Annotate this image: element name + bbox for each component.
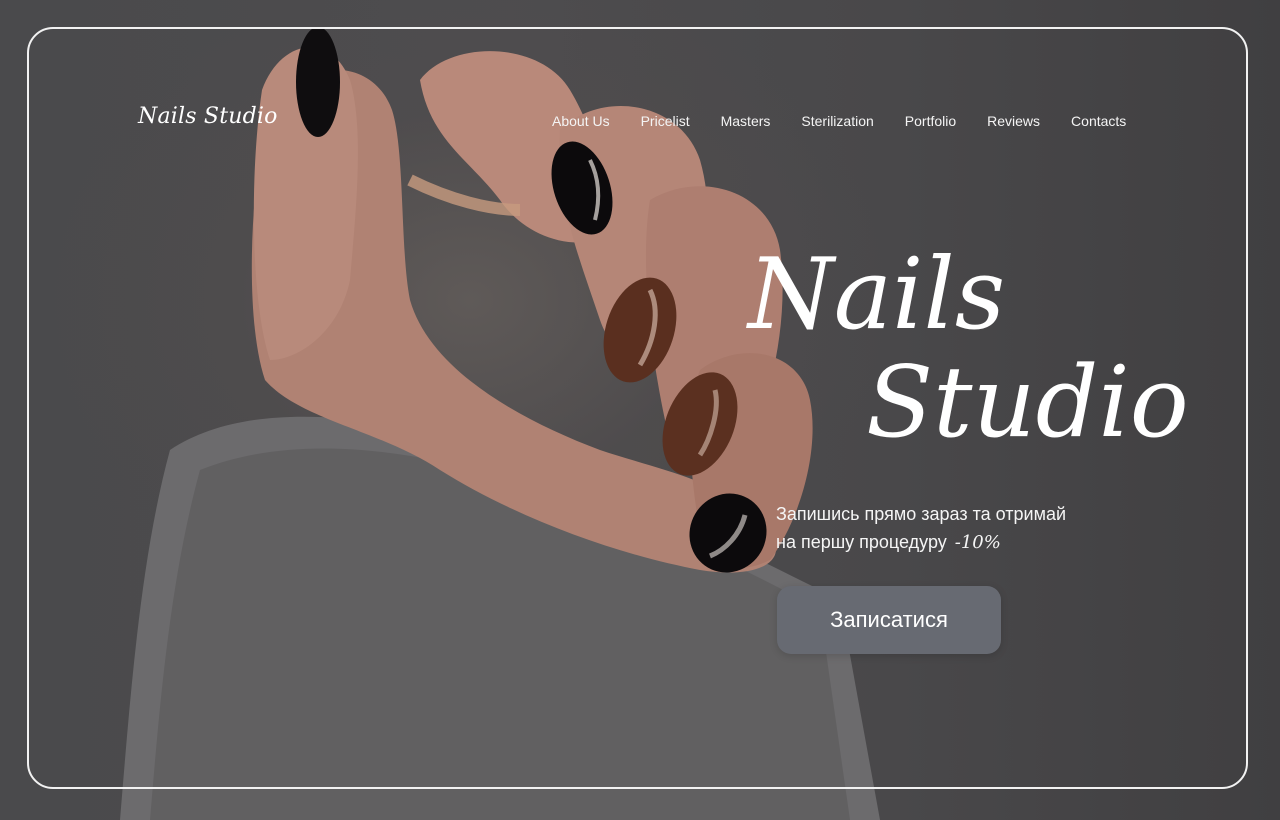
nav-about-us[interactable]: About Us <box>552 112 610 130</box>
nav-sterilization[interactable]: Sterilization <box>801 112 873 130</box>
discount-badge: -10% <box>954 532 1001 553</box>
page: Nails Studio About Us Pricelist Masters … <box>0 0 1280 820</box>
promo-text: Запишись прямо зараз та отримай на першу… <box>776 500 1116 557</box>
promo-line-2-text: на першу процедуру <box>776 532 947 552</box>
hero-title-line-2: Studio <box>866 346 1189 460</box>
nav-contacts[interactable]: Contacts <box>1071 112 1126 130</box>
promo-line-2: на першу процедуру -10% <box>776 528 1116 557</box>
nav-masters[interactable]: Masters <box>721 112 771 130</box>
nav-portfolio[interactable]: Portfolio <box>905 112 956 130</box>
hero-title-line-1: Nails <box>748 238 1006 352</box>
nav-reviews[interactable]: Reviews <box>987 112 1040 130</box>
site-logo[interactable]: Nails Studio <box>138 104 278 129</box>
book-now-button[interactable]: Записатися <box>777 586 1001 654</box>
promo-line-1: Запишись прямо зараз та отримай <box>776 504 1067 524</box>
nav-pricelist[interactable]: Pricelist <box>641 112 690 130</box>
main-nav: About Us Pricelist Masters Sterilization… <box>552 112 1126 130</box>
